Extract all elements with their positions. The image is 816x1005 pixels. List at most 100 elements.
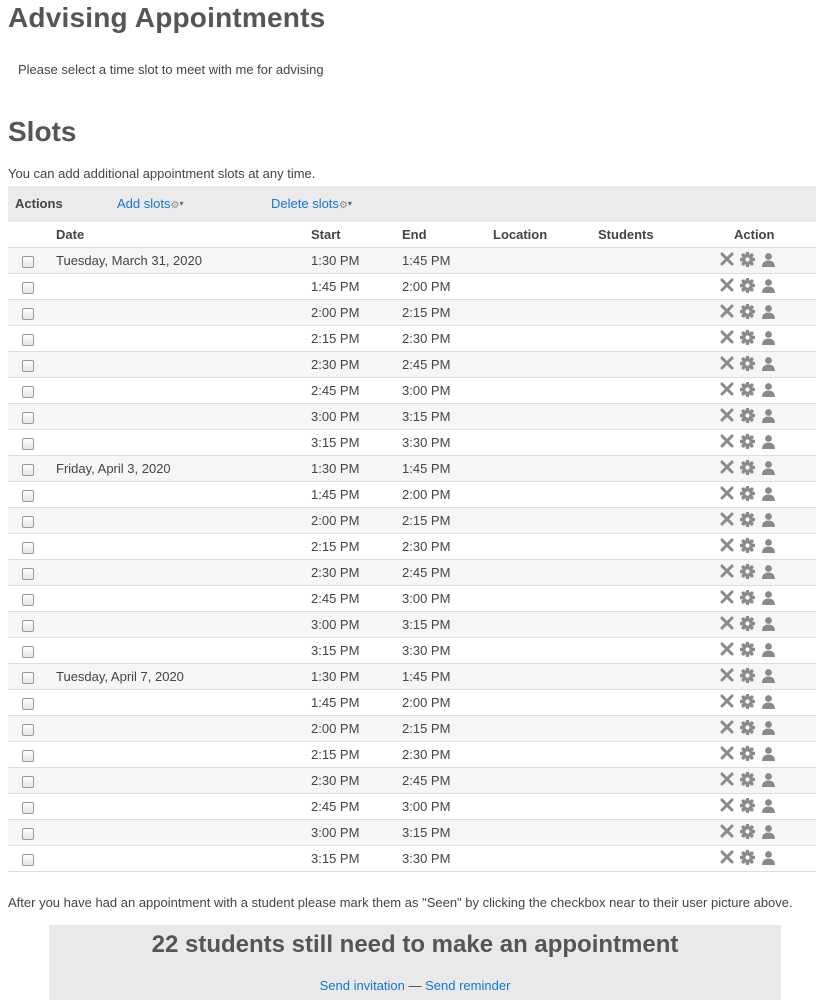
row-checkbox[interactable] bbox=[22, 645, 34, 658]
user-icon[interactable] bbox=[761, 356, 776, 371]
delete-slots-menu[interactable]: Delete slots⚙▾ bbox=[271, 196, 352, 211]
delete-icon[interactable] bbox=[720, 278, 734, 292]
delete-icon[interactable] bbox=[720, 746, 734, 760]
user-icon[interactable] bbox=[761, 408, 776, 423]
gear-icon[interactable] bbox=[740, 797, 755, 813]
row-checkbox[interactable] bbox=[22, 541, 34, 554]
user-icon[interactable] bbox=[761, 772, 776, 787]
delete-icon[interactable] bbox=[720, 330, 734, 344]
user-icon[interactable] bbox=[761, 798, 776, 813]
user-icon[interactable] bbox=[761, 382, 776, 397]
delete-icon[interactable] bbox=[720, 824, 734, 838]
gear-icon[interactable] bbox=[740, 251, 755, 267]
delete-icon[interactable] bbox=[720, 564, 734, 578]
row-checkbox[interactable] bbox=[22, 697, 34, 710]
user-icon[interactable] bbox=[761, 850, 776, 865]
user-icon[interactable] bbox=[761, 304, 776, 319]
gear-icon[interactable] bbox=[740, 849, 755, 865]
delete-icon[interactable] bbox=[720, 590, 734, 604]
user-icon[interactable] bbox=[761, 486, 776, 501]
gear-icon[interactable] bbox=[740, 615, 755, 631]
row-checkbox[interactable] bbox=[22, 671, 34, 684]
gear-icon[interactable] bbox=[740, 563, 755, 579]
delete-icon[interactable] bbox=[720, 460, 734, 474]
gear-icon[interactable] bbox=[740, 277, 755, 293]
user-icon[interactable] bbox=[761, 668, 776, 683]
row-checkbox[interactable] bbox=[22, 801, 34, 814]
gear-icon[interactable] bbox=[740, 485, 755, 501]
gear-icon[interactable] bbox=[740, 511, 755, 527]
gear-icon[interactable] bbox=[740, 303, 755, 319]
row-checkbox[interactable] bbox=[22, 463, 34, 476]
gear-icon[interactable] bbox=[740, 459, 755, 475]
delete-icon[interactable] bbox=[720, 304, 734, 318]
delete-icon[interactable] bbox=[720, 694, 734, 708]
delete-icon[interactable] bbox=[720, 850, 734, 864]
delete-icon[interactable] bbox=[720, 720, 734, 734]
gear-icon[interactable] bbox=[740, 433, 755, 449]
user-icon[interactable] bbox=[761, 746, 776, 761]
row-checkbox[interactable] bbox=[22, 255, 34, 268]
row-checkbox[interactable] bbox=[22, 359, 34, 372]
user-icon[interactable] bbox=[761, 252, 776, 267]
gear-icon[interactable] bbox=[740, 355, 755, 371]
user-icon[interactable] bbox=[761, 720, 776, 735]
gear-icon[interactable] bbox=[740, 381, 755, 397]
delete-icon[interactable] bbox=[720, 408, 734, 422]
delete-icon[interactable] bbox=[720, 486, 734, 500]
row-checkbox[interactable] bbox=[22, 281, 34, 294]
row-checkbox[interactable] bbox=[22, 515, 34, 528]
user-icon[interactable] bbox=[761, 434, 776, 449]
gear-icon[interactable] bbox=[740, 537, 755, 553]
gear-icon[interactable] bbox=[740, 719, 755, 735]
user-icon[interactable] bbox=[761, 330, 776, 345]
delete-icon[interactable] bbox=[720, 356, 734, 370]
send-invitation-link[interactable]: Send invitation bbox=[320, 978, 405, 993]
row-checkbox[interactable] bbox=[22, 723, 34, 736]
user-icon[interactable] bbox=[761, 278, 776, 293]
row-checkbox[interactable] bbox=[22, 385, 34, 398]
row-checkbox[interactable] bbox=[22, 619, 34, 632]
gear-icon[interactable] bbox=[740, 745, 755, 761]
delete-icon[interactable] bbox=[720, 252, 734, 266]
user-icon[interactable] bbox=[761, 616, 776, 631]
delete-icon[interactable] bbox=[720, 434, 734, 448]
row-checkbox[interactable] bbox=[22, 775, 34, 788]
row-checkbox[interactable] bbox=[22, 749, 34, 762]
user-icon[interactable] bbox=[761, 512, 776, 527]
send-reminder-link[interactable]: Send reminder bbox=[425, 978, 510, 993]
row-checkbox[interactable] bbox=[22, 567, 34, 580]
gear-icon[interactable] bbox=[740, 329, 755, 345]
gear-icon[interactable] bbox=[740, 771, 755, 787]
gear-icon[interactable] bbox=[740, 667, 755, 683]
gear-icon[interactable] bbox=[740, 823, 755, 839]
row-checkbox[interactable] bbox=[22, 411, 34, 424]
delete-icon[interactable] bbox=[720, 668, 734, 682]
gear-icon[interactable] bbox=[740, 693, 755, 709]
delete-icon[interactable] bbox=[720, 512, 734, 526]
user-icon[interactable] bbox=[761, 824, 776, 839]
user-icon[interactable] bbox=[761, 564, 776, 579]
user-icon[interactable] bbox=[761, 460, 776, 475]
delete-icon[interactable] bbox=[720, 798, 734, 812]
row-checkbox[interactable] bbox=[22, 827, 34, 840]
row-checkbox[interactable] bbox=[22, 437, 34, 450]
row-checkbox[interactable] bbox=[22, 489, 34, 502]
row-checkbox[interactable] bbox=[22, 307, 34, 320]
row-checkbox[interactable] bbox=[22, 333, 34, 346]
user-icon[interactable] bbox=[761, 642, 776, 657]
delete-icon[interactable] bbox=[720, 382, 734, 396]
gear-icon[interactable] bbox=[740, 407, 755, 423]
delete-icon[interactable] bbox=[720, 772, 734, 786]
user-icon[interactable] bbox=[761, 590, 776, 605]
row-checkbox[interactable] bbox=[22, 853, 34, 866]
gear-icon[interactable] bbox=[740, 589, 755, 605]
user-icon[interactable] bbox=[761, 694, 776, 709]
delete-icon[interactable] bbox=[720, 642, 734, 656]
user-icon[interactable] bbox=[761, 538, 776, 553]
delete-icon[interactable] bbox=[720, 616, 734, 630]
row-checkbox[interactable] bbox=[22, 593, 34, 606]
gear-icon[interactable] bbox=[740, 641, 755, 657]
add-slots-menu[interactable]: Add slots⚙▾ bbox=[117, 196, 183, 211]
delete-icon[interactable] bbox=[720, 538, 734, 552]
